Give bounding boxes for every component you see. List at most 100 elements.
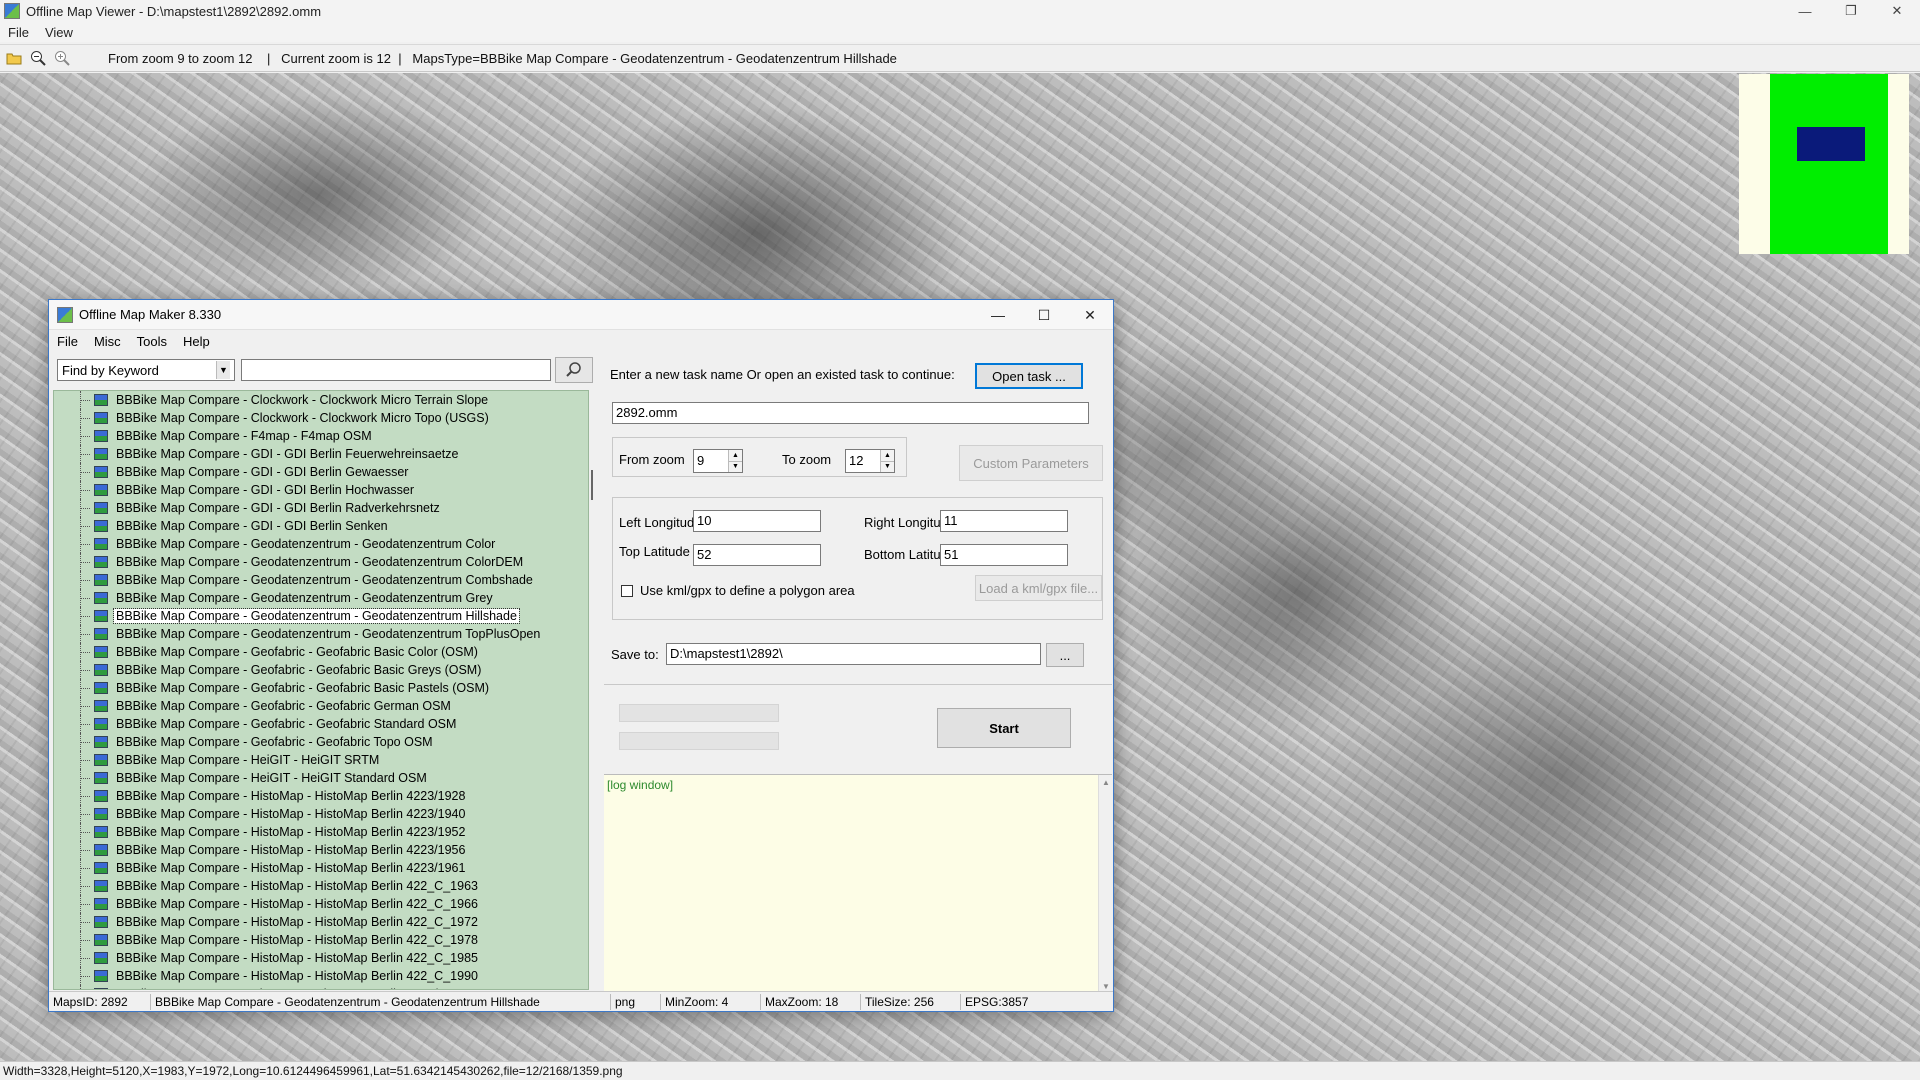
dialog-maximize-button[interactable]: ☐	[1021, 300, 1067, 330]
tree-scroll-thumb[interactable]	[591, 470, 593, 500]
to-zoom-stepper[interactable]: 12 ▲ ▼	[845, 449, 895, 473]
tree-item[interactable]: BBBike Map Compare - Geodatenzentrum - G…	[54, 607, 588, 625]
tree-item[interactable]: BBBike Map Compare - HistoMap - HistoMap…	[54, 805, 588, 823]
tree-item[interactable]: BBBike Map Compare - Geofabric - Geofabr…	[54, 697, 588, 715]
to-zoom-down-icon[interactable]: ▼	[881, 460, 894, 472]
tree-item[interactable]: BBBike Map Compare - Geodatenzentrum - G…	[54, 625, 588, 643]
kml-checkbox[interactable]	[621, 585, 633, 597]
tree-item[interactable]: BBBike Map Compare - HistoMap - HistoMap…	[54, 859, 588, 877]
tree-item[interactable]: BBBike Map Compare - Clockwork - Clockwo…	[54, 409, 588, 427]
overview-viewport-rect[interactable]	[1797, 127, 1865, 161]
tree-item[interactable]: BBBike Map Compare - GDI - GDI Berlin Ra…	[54, 499, 588, 517]
tree-item[interactable]: BBBike Map Compare - Geodatenzentrum - G…	[54, 553, 588, 571]
from-zoom-up-icon[interactable]: ▲	[729, 450, 742, 461]
tree-item[interactable]: BBBike Map Compare - Geofabric - Geofabr…	[54, 679, 588, 697]
menu-view[interactable]: View	[37, 25, 81, 40]
tree-item[interactable]: BBBike Map Compare - HistoMap - HistoMap…	[54, 913, 588, 931]
tree-item[interactable]: BBBike Map Compare - HistoMap - HistoMap…	[54, 841, 588, 859]
log-scrollbar[interactable]: ▲ ▼	[1098, 775, 1112, 993]
close-button[interactable]: ✕	[1874, 0, 1920, 22]
task-name-field[interactable]: 2892.omm	[612, 402, 1089, 424]
search-input[interactable]	[241, 359, 551, 381]
tree-item[interactable]: BBBike Map Compare - HistoMap - HistoMap…	[54, 823, 588, 841]
dialog-close-button[interactable]: ✕	[1067, 300, 1113, 330]
log-window[interactable]: [log window] ▲ ▼	[604, 774, 1112, 993]
left-longitude-field[interactable]: 10	[693, 510, 821, 532]
minimize-button[interactable]: —	[1782, 0, 1828, 22]
tree-item[interactable]: BBBike Map Compare - Clockwork - Clockwo…	[54, 391, 588, 409]
tree-branch-line	[80, 706, 90, 707]
tree-branch-line	[80, 832, 90, 833]
dialog-menu-tools[interactable]: Tools	[129, 334, 175, 349]
load-kml-button[interactable]: Load a kml/gpx file...	[975, 575, 1102, 601]
tree-item[interactable]: BBBike Map Compare - HistoMap - HistoMap…	[54, 787, 588, 805]
save-to-label: Save to:	[611, 647, 659, 662]
tree-item[interactable]: BBBike Map Compare - Geodatenzentrum - G…	[54, 589, 588, 607]
tree-item[interactable]: BBBike Map Compare - GDI - GDI Berlin Se…	[54, 517, 588, 535]
tree-item[interactable]: BBBike Map Compare - GDI - GDI Berlin Ho…	[54, 481, 588, 499]
open-folder-icon[interactable]	[4, 48, 24, 68]
from-zoom-stepper[interactable]: 9 ▲ ▼	[693, 449, 743, 473]
tree-item[interactable]: BBBike Map Compare - Geodatenzentrum - G…	[54, 535, 588, 553]
top-latitude-field[interactable]: 52	[693, 544, 821, 566]
tree-item-label: BBBike Map Compare - Geodatenzentrum - G…	[116, 555, 524, 569]
custom-parameters-button[interactable]: Custom Parameters	[959, 445, 1103, 481]
from-zoom-down-icon[interactable]: ▼	[729, 460, 742, 472]
left-longitude-label: Left Longitude	[619, 515, 702, 530]
scroll-up-icon[interactable]: ▲	[1099, 775, 1113, 789]
dialog-status-bar: MapsID: 2892 BBBike Map Compare - Geodat…	[49, 991, 1113, 1011]
tree-item-label: BBBike Map Compare - Geofabric - Geofabr…	[116, 699, 451, 713]
zoom-in-icon[interactable]	[52, 48, 72, 68]
tree-item[interactable]: BBBike Map Compare - HistoMap - HistoMap…	[54, 949, 588, 967]
map-type-tree[interactable]: BBBike Map Compare - Clockwork - Clockwo…	[53, 390, 589, 990]
tree-item[interactable]: BBBike Map Compare - Geofabric - Geofabr…	[54, 643, 588, 661]
tree-item[interactable]: BBBike Map Compare - F4map - F4map OSM	[54, 427, 588, 445]
dialog-menu-help[interactable]: Help	[175, 334, 218, 349]
tree-item[interactable]: BBBike Map Compare - HistoMap - HistoMap…	[54, 931, 588, 949]
overview-map[interactable]	[1739, 74, 1909, 254]
tree-item[interactable]: BBBike Map Compare - GDI - GDI Berlin Fe…	[54, 445, 588, 463]
map-layer-icon	[94, 736, 108, 748]
dialog-minimize-button[interactable]: —	[975, 300, 1021, 330]
save-to-field[interactable]: D:\mapstest1\2892\	[666, 643, 1041, 665]
overview-area	[1770, 74, 1888, 254]
bottom-latitude-field[interactable]: 51	[940, 544, 1068, 566]
map-layer-icon	[94, 448, 108, 460]
tree-branch-line	[80, 418, 90, 419]
menu-file[interactable]: File	[0, 25, 37, 40]
tree-item[interactable]: BBBike Map Compare - Geodatenzentrum - G…	[54, 571, 588, 589]
start-button[interactable]: Start	[937, 708, 1071, 748]
zoom-out-icon[interactable]	[28, 48, 48, 68]
map-layer-icon	[94, 880, 108, 892]
tree-item[interactable]: BBBike Map Compare - HistoMap - HistoMap…	[54, 877, 588, 895]
tree-scrollbar[interactable]	[589, 390, 595, 990]
tree-item[interactable]: BBBike Map Compare - HistoMap - HistoMap…	[54, 985, 588, 989]
tree-item[interactable]: BBBike Map Compare - Geofabric - Geofabr…	[54, 661, 588, 679]
tree-item-label: BBBike Map Compare - Clockwork - Clockwo…	[116, 411, 489, 425]
restore-button[interactable]: ❐	[1828, 0, 1874, 22]
tree-item[interactable]: BBBike Map Compare - GDI - GDI Berlin Ge…	[54, 463, 588, 481]
right-longitude-field[interactable]: 11	[940, 510, 1068, 532]
tree-item[interactable]: BBBike Map Compare - Geofabric - Geofabr…	[54, 715, 588, 733]
dialog-menu-misc[interactable]: Misc	[86, 334, 129, 349]
to-zoom-up-icon[interactable]: ▲	[881, 450, 894, 461]
tree-item[interactable]: BBBike Map Compare - HistoMap - HistoMap…	[54, 967, 588, 985]
dialog-menu-file[interactable]: File	[49, 334, 86, 349]
tree-item[interactable]: BBBike Map Compare - Geofabric - Geofabr…	[54, 733, 588, 751]
tree-item[interactable]: BBBike Map Compare - HeiGIT - HeiGIT Sta…	[54, 769, 588, 787]
tree-item-label: BBBike Map Compare - HeiGIT - HeiGIT Sta…	[116, 771, 427, 785]
map-layer-icon	[94, 754, 108, 766]
browse-button[interactable]: ...	[1046, 643, 1084, 667]
search-button[interactable]	[555, 357, 593, 383]
tree-branch-line	[80, 850, 90, 851]
find-mode-select[interactable]: Find by Keyword ▼	[57, 359, 235, 381]
tree-item-label: BBBike Map Compare - Geofabric - Geofabr…	[116, 735, 433, 749]
tree-item-label: BBBike Map Compare - HistoMap - HistoMap…	[116, 789, 466, 803]
tree-item[interactable]: BBBike Map Compare - HeiGIT - HeiGIT SRT…	[54, 751, 588, 769]
tree-branch-line	[80, 778, 90, 779]
open-task-button[interactable]: Open task ...	[975, 363, 1083, 389]
tree-item[interactable]: BBBike Map Compare - HistoMap - HistoMap…	[54, 895, 588, 913]
chevron-down-icon[interactable]: ▼	[216, 361, 230, 379]
kml-checkbox-label: Use kml/gpx to define a polygon area	[640, 583, 855, 598]
tree-item-label: BBBike Map Compare - HistoMap - HistoMap…	[116, 951, 478, 965]
